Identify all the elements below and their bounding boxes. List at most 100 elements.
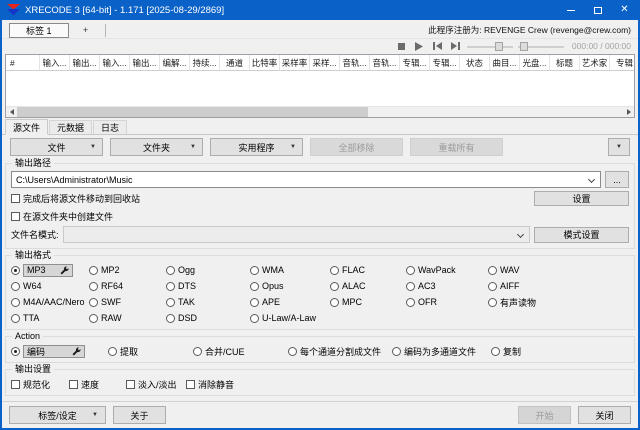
- document-tab-1[interactable]: 标签 1: [9, 23, 69, 38]
- column-header-1[interactable]: 输入...: [40, 55, 70, 70]
- maximize-button[interactable]: [584, 0, 611, 20]
- tab-metadata[interactable]: 元数据: [49, 120, 92, 134]
- format-option-w64[interactable]: W64: [11, 279, 89, 293]
- scrollbar-track[interactable]: [17, 107, 623, 117]
- column-header-7[interactable]: 通道: [220, 55, 250, 70]
- format-option-wav[interactable]: WAV: [488, 263, 629, 277]
- format-option-wma[interactable]: WMA: [250, 263, 330, 277]
- format-option-alac[interactable]: ALAC: [330, 279, 406, 293]
- column-header-2[interactable]: 输出...: [70, 55, 100, 70]
- close-button[interactable]: ✕: [611, 0, 638, 20]
- column-header-15[interactable]: 状态: [460, 55, 490, 70]
- column-header-18[interactable]: 标题: [550, 55, 580, 70]
- column-header-14[interactable]: 专辑...: [430, 55, 460, 70]
- format-option-u-law-a-law[interactable]: U-Law/A-Law: [250, 311, 330, 325]
- outset-option-item[interactable]: 消除静音: [186, 377, 629, 391]
- column-header-9[interactable]: 采样率: [280, 55, 310, 70]
- close-dialog-button[interactable]: 关闭: [578, 406, 631, 424]
- format-option-m4a-aac-nero[interactable]: M4A/AAC/Nero: [11, 295, 89, 309]
- format-option-aiff[interactable]: AIFF: [488, 279, 629, 293]
- column-header-5[interactable]: 编解...: [160, 55, 190, 70]
- minimize-button[interactable]: [557, 0, 584, 20]
- create-in-source-checkbox[interactable]: 在源文件夹中创建文件: [11, 209, 113, 223]
- about-button[interactable]: 关于: [113, 406, 166, 424]
- action-option-item[interactable]: 复制: [491, 344, 629, 358]
- format-option-ogg[interactable]: Ogg: [166, 263, 250, 277]
- action-selected-config-box[interactable]: 编码: [23, 345, 85, 358]
- format-selected-config-box[interactable]: MP3: [23, 264, 73, 277]
- column-header-17[interactable]: 光盘...: [520, 55, 550, 70]
- output-path-combobox[interactable]: C:\Users\Administrator\Music: [11, 171, 601, 188]
- action-option-item[interactable]: 编码为多通道文件: [392, 344, 491, 358]
- column-header-4[interactable]: 输出...: [130, 55, 160, 70]
- start-button[interactable]: 开始: [518, 406, 571, 424]
- tags-settings-button[interactable]: 标签/设定▼: [9, 406, 106, 424]
- column-header-19[interactable]: 艺术家: [580, 55, 610, 70]
- output-settings-button[interactable]: 设置: [534, 191, 629, 206]
- format-option-raw[interactable]: RAW: [89, 311, 166, 325]
- volume-slider[interactable]: [467, 41, 513, 52]
- add-tab-button[interactable]: +: [76, 23, 96, 38]
- format-option-dsd[interactable]: DSD: [166, 311, 250, 325]
- format-option-rf64[interactable]: RF64: [89, 279, 166, 293]
- format-option-swf[interactable]: SWF: [89, 295, 166, 309]
- stop-button[interactable]: [395, 40, 408, 52]
- previous-track-button[interactable]: [431, 40, 444, 52]
- file-menu-button[interactable]: 文件▼: [10, 138, 103, 156]
- scrollbar-thumb[interactable]: [17, 107, 368, 117]
- format-option-tak[interactable]: TAK: [166, 295, 250, 309]
- format-option-ac3[interactable]: AC3: [406, 279, 488, 293]
- folder-menu-button[interactable]: 文件夹▼: [110, 138, 203, 156]
- format-option-ofr[interactable]: OFR: [406, 295, 488, 309]
- more-options-button[interactable]: ▼: [608, 138, 630, 156]
- scroll-left-button[interactable]: [6, 107, 17, 117]
- format-option-item[interactable]: 有声读物: [488, 295, 629, 309]
- radio-icon: [488, 282, 497, 291]
- next-track-button[interactable]: [449, 40, 462, 52]
- format-option-label: 有声读物: [500, 296, 536, 309]
- format-option-mp2[interactable]: MP2: [89, 263, 166, 277]
- seek-slider[interactable]: [518, 41, 564, 52]
- radio-icon: [288, 347, 297, 356]
- outset-option-item[interactable]: 淡入/淡出: [126, 377, 186, 391]
- column-header-13[interactable]: 专辑...: [400, 55, 430, 70]
- move-to-recycle-checkbox[interactable]: 完成后将源文件移动到回收站: [11, 192, 140, 206]
- action-option-item[interactable]: 编码: [11, 344, 108, 358]
- format-option-ape[interactable]: APE: [250, 295, 330, 309]
- play-button[interactable]: [413, 40, 426, 52]
- volume-thumb[interactable]: [495, 42, 503, 51]
- outset-option-item[interactable]: 速度: [69, 377, 126, 391]
- format-option-tta[interactable]: TTA: [11, 311, 89, 325]
- format-option-mp3[interactable]: MP3: [11, 263, 89, 277]
- remove-all-button[interactable]: 全部移除: [310, 138, 403, 156]
- tab-log[interactable]: 日志: [93, 120, 127, 134]
- pattern-settings-button[interactable]: 模式设置: [534, 227, 629, 243]
- column-header-20[interactable]: 专辑: [610, 55, 634, 70]
- column-header-6[interactable]: 持续...: [190, 55, 220, 70]
- column-header-10[interactable]: 采样...: [310, 55, 340, 70]
- column-header-0[interactable]: #: [6, 55, 40, 70]
- format-option-opus[interactable]: Opus: [250, 279, 330, 293]
- action-option-item[interactable]: 每个通道分割成文件: [288, 344, 392, 358]
- filename-pattern-combobox[interactable]: [63, 226, 530, 243]
- column-header-8[interactable]: 比特率: [250, 55, 280, 70]
- format-option-dts[interactable]: DTS: [166, 279, 250, 293]
- column-header-12[interactable]: 音轨...: [370, 55, 400, 70]
- format-option-flac[interactable]: FLAC: [330, 263, 406, 277]
- tab-source-files[interactable]: 源文件: [5, 119, 48, 135]
- browse-button[interactable]: ...: [605, 171, 629, 188]
- outset-option-item[interactable]: 规范化: [11, 377, 69, 391]
- reload-all-button[interactable]: 重载所有: [410, 138, 503, 156]
- scroll-right-button[interactable]: [623, 107, 634, 117]
- format-option-mpc[interactable]: MPC: [330, 295, 406, 309]
- action-option-cue[interactable]: 合并/CUE: [193, 344, 288, 358]
- horizontal-scrollbar[interactable]: [6, 106, 634, 117]
- column-header-11[interactable]: 音轨...: [340, 55, 370, 70]
- column-header-3[interactable]: 输入...: [100, 55, 130, 70]
- column-header-16[interactable]: 曲目...: [490, 55, 520, 70]
- output-format-group-label: 输出格式: [12, 250, 54, 261]
- action-option-item[interactable]: 提取: [108, 344, 193, 358]
- utilities-menu-button[interactable]: 实用程序▼: [210, 138, 303, 156]
- format-option-wavpack[interactable]: WavPack: [406, 263, 488, 277]
- seek-thumb[interactable]: [520, 42, 528, 51]
